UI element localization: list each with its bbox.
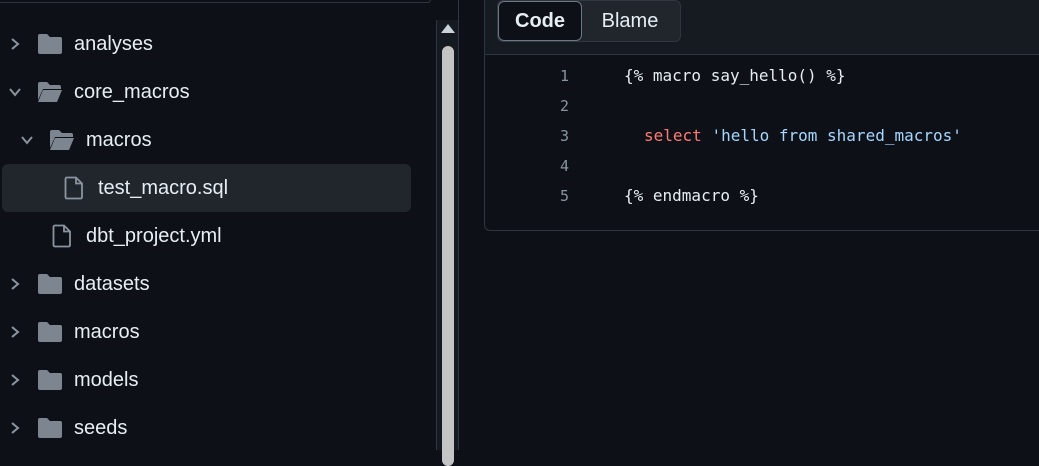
line-number[interactable]: 3	[545, 121, 569, 151]
tree-header-edge	[0, 0, 431, 3]
chevron-right-icon[interactable]	[8, 37, 22, 51]
tree-item-label: analyses	[74, 32, 153, 55]
chevron-down-icon[interactable]	[8, 85, 22, 99]
tree-item-label: test_macro.sql	[98, 176, 229, 199]
tree-item-test-macro-sql[interactable]: test_macro.sql	[2, 164, 411, 212]
tab-blame[interactable]: Blame	[582, 1, 678, 41]
line-number[interactable]: 2	[545, 91, 569, 121]
line-number[interactable]: 4	[545, 151, 569, 181]
folder-icon	[37, 369, 63, 391]
sql-keyword: select	[644, 126, 702, 145]
line-number[interactable]: 1	[545, 61, 569, 91]
tree-item-label: seeds	[74, 416, 128, 439]
chevron-down-icon[interactable]	[20, 133, 34, 147]
code-line: 3 select 'hello from shared_macros'	[485, 121, 1039, 151]
tree-item-label: dbt_project.yml	[86, 224, 222, 247]
tree-item-macros-expanded[interactable]: macros	[2, 116, 411, 164]
file-icon	[51, 224, 73, 248]
code-line: 2	[485, 91, 1039, 121]
folder-open-icon	[37, 81, 63, 103]
tree-item-dbt-project-yml[interactable]: dbt_project.yml	[2, 212, 411, 260]
tree-item-label: core_macros	[74, 80, 190, 103]
file-icon	[63, 176, 85, 200]
tree-item-label: datasets	[74, 272, 150, 295]
line-content: {% macro say_hello() %}	[624, 66, 846, 85]
tree-item-label: macros	[86, 128, 152, 151]
tree-item-seeds[interactable]: seeds	[2, 404, 411, 450]
tab-code[interactable]: Code	[498, 1, 582, 41]
pane-divider[interactable]	[458, 0, 459, 450]
scroll-up-arrow-icon[interactable]	[441, 24, 455, 33]
code-viewer: Code Blame 1 {% macro say_hello() %} 2 3…	[484, 0, 1039, 231]
view-mode-toggle: Code Blame	[497, 0, 681, 42]
file-tree: analyses core_macros macros test_macro.s…	[0, 0, 436, 450]
chevron-right-icon[interactable]	[8, 325, 22, 339]
tree-item-core-macros[interactable]: core_macros	[2, 68, 411, 116]
line-content: select 'hello from shared_macros'	[644, 121, 962, 151]
folder-icon	[37, 417, 63, 439]
code-line: 1 {% macro say_hello() %}	[485, 61, 1039, 91]
code-viewer-header: Code Blame	[485, 0, 1039, 55]
folder-open-icon	[49, 129, 75, 151]
code-line: 4	[485, 151, 1039, 181]
chevron-right-icon[interactable]	[8, 373, 22, 387]
tree-item-datasets[interactable]: datasets	[2, 260, 411, 308]
folder-icon	[37, 321, 63, 343]
tree-item-models[interactable]: models	[2, 356, 411, 404]
tree-scrollbar[interactable]	[436, 20, 459, 466]
tree-item-macros[interactable]: macros	[2, 308, 411, 356]
line-number[interactable]: 5	[545, 181, 569, 211]
sql-string: 'hello from shared_macros'	[711, 126, 962, 145]
tree-item-label: models	[74, 368, 139, 391]
line-content: {% endmacro %}	[624, 186, 759, 205]
scrollbar-thumb[interactable]	[442, 46, 454, 466]
tree-item-analyses[interactable]: analyses	[2, 20, 411, 68]
chevron-right-icon[interactable]	[8, 421, 22, 435]
code-line: 5 {% endmacro %}	[485, 181, 1039, 211]
chevron-right-icon[interactable]	[8, 277, 22, 291]
folder-icon	[37, 33, 63, 55]
tree-item-label: macros	[74, 320, 140, 343]
folder-icon	[37, 273, 63, 295]
